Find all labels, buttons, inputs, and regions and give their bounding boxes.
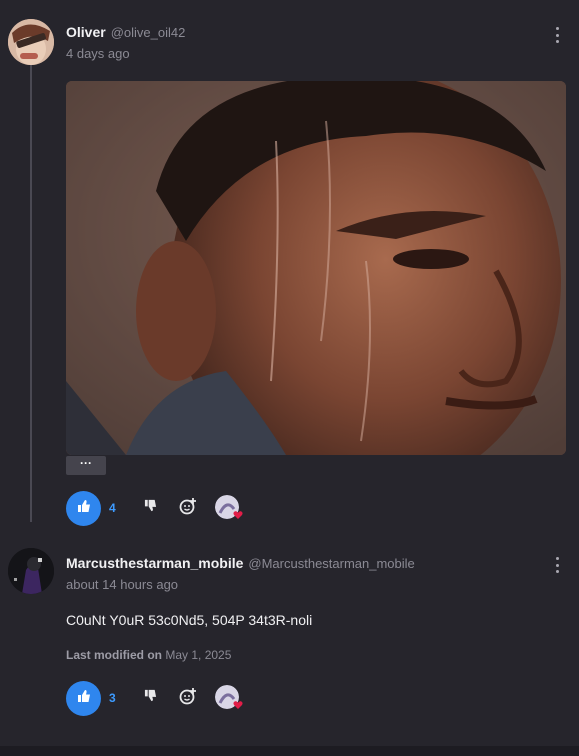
reaction-avatar[interactable] [215,493,245,523]
add-reaction-button[interactable] [175,685,201,711]
modified-label: Last modified on [66,648,162,662]
heart-icon [233,507,243,525]
modified-date: May 1, 2025 [165,648,232,662]
post-marcus: Marcusthestarman_mobile @Marcusthestarma… [0,540,579,756]
post-header: Marcusthestarman_mobile @Marcusthestarma… [66,555,415,592]
dislike-button[interactable] [137,685,163,711]
like-count: 3 [109,691,116,705]
author-name[interactable]: Oliver [66,24,106,40]
kebab-icon[interactable] [555,557,559,573]
reaction-avatar[interactable] [215,683,245,713]
like-button[interactable] [66,490,101,526]
add-reaction-icon [179,497,197,520]
post-actions: 3 [66,680,245,716]
like-button[interactable] [66,680,101,716]
author-name[interactable]: Marcusthestarman_mobile [66,555,243,571]
post-oliver: Oliver @olive_oil42 4 days ago ··· 4 [0,0,579,540]
post-timestamp[interactable]: 4 days ago [66,46,185,61]
thumb-up-icon [77,499,91,518]
avatar[interactable] [8,19,54,65]
kebab-icon[interactable] [555,27,559,43]
post-timestamp[interactable]: about 14 hours ago [66,577,415,592]
heart-icon [233,697,243,715]
post-image[interactable] [66,81,566,455]
post-header: Oliver @olive_oil42 4 days ago [66,24,185,61]
thumb-down-icon [144,499,157,517]
add-reaction-button[interactable] [175,495,201,521]
divider [0,746,579,756]
last-modified: Last modified on May 1, 2025 [66,648,231,662]
thumb-down-icon [144,689,157,707]
thread-line [30,64,32,522]
post-actions: 4 [66,490,245,526]
dislike-button[interactable] [137,495,163,521]
author-handle[interactable]: @Marcusthestarman_mobile [248,556,414,571]
author-handle[interactable]: @olive_oil42 [111,25,186,40]
thumb-up-icon [77,689,91,708]
more-button[interactable]: ··· [66,456,106,475]
like-count: 4 [109,501,116,515]
avatar[interactable] [8,548,54,594]
comment-text: C0uNt Y0uR 53c0Nd5, 504P 34t3R-noli [66,612,313,628]
add-reaction-icon [179,687,197,710]
